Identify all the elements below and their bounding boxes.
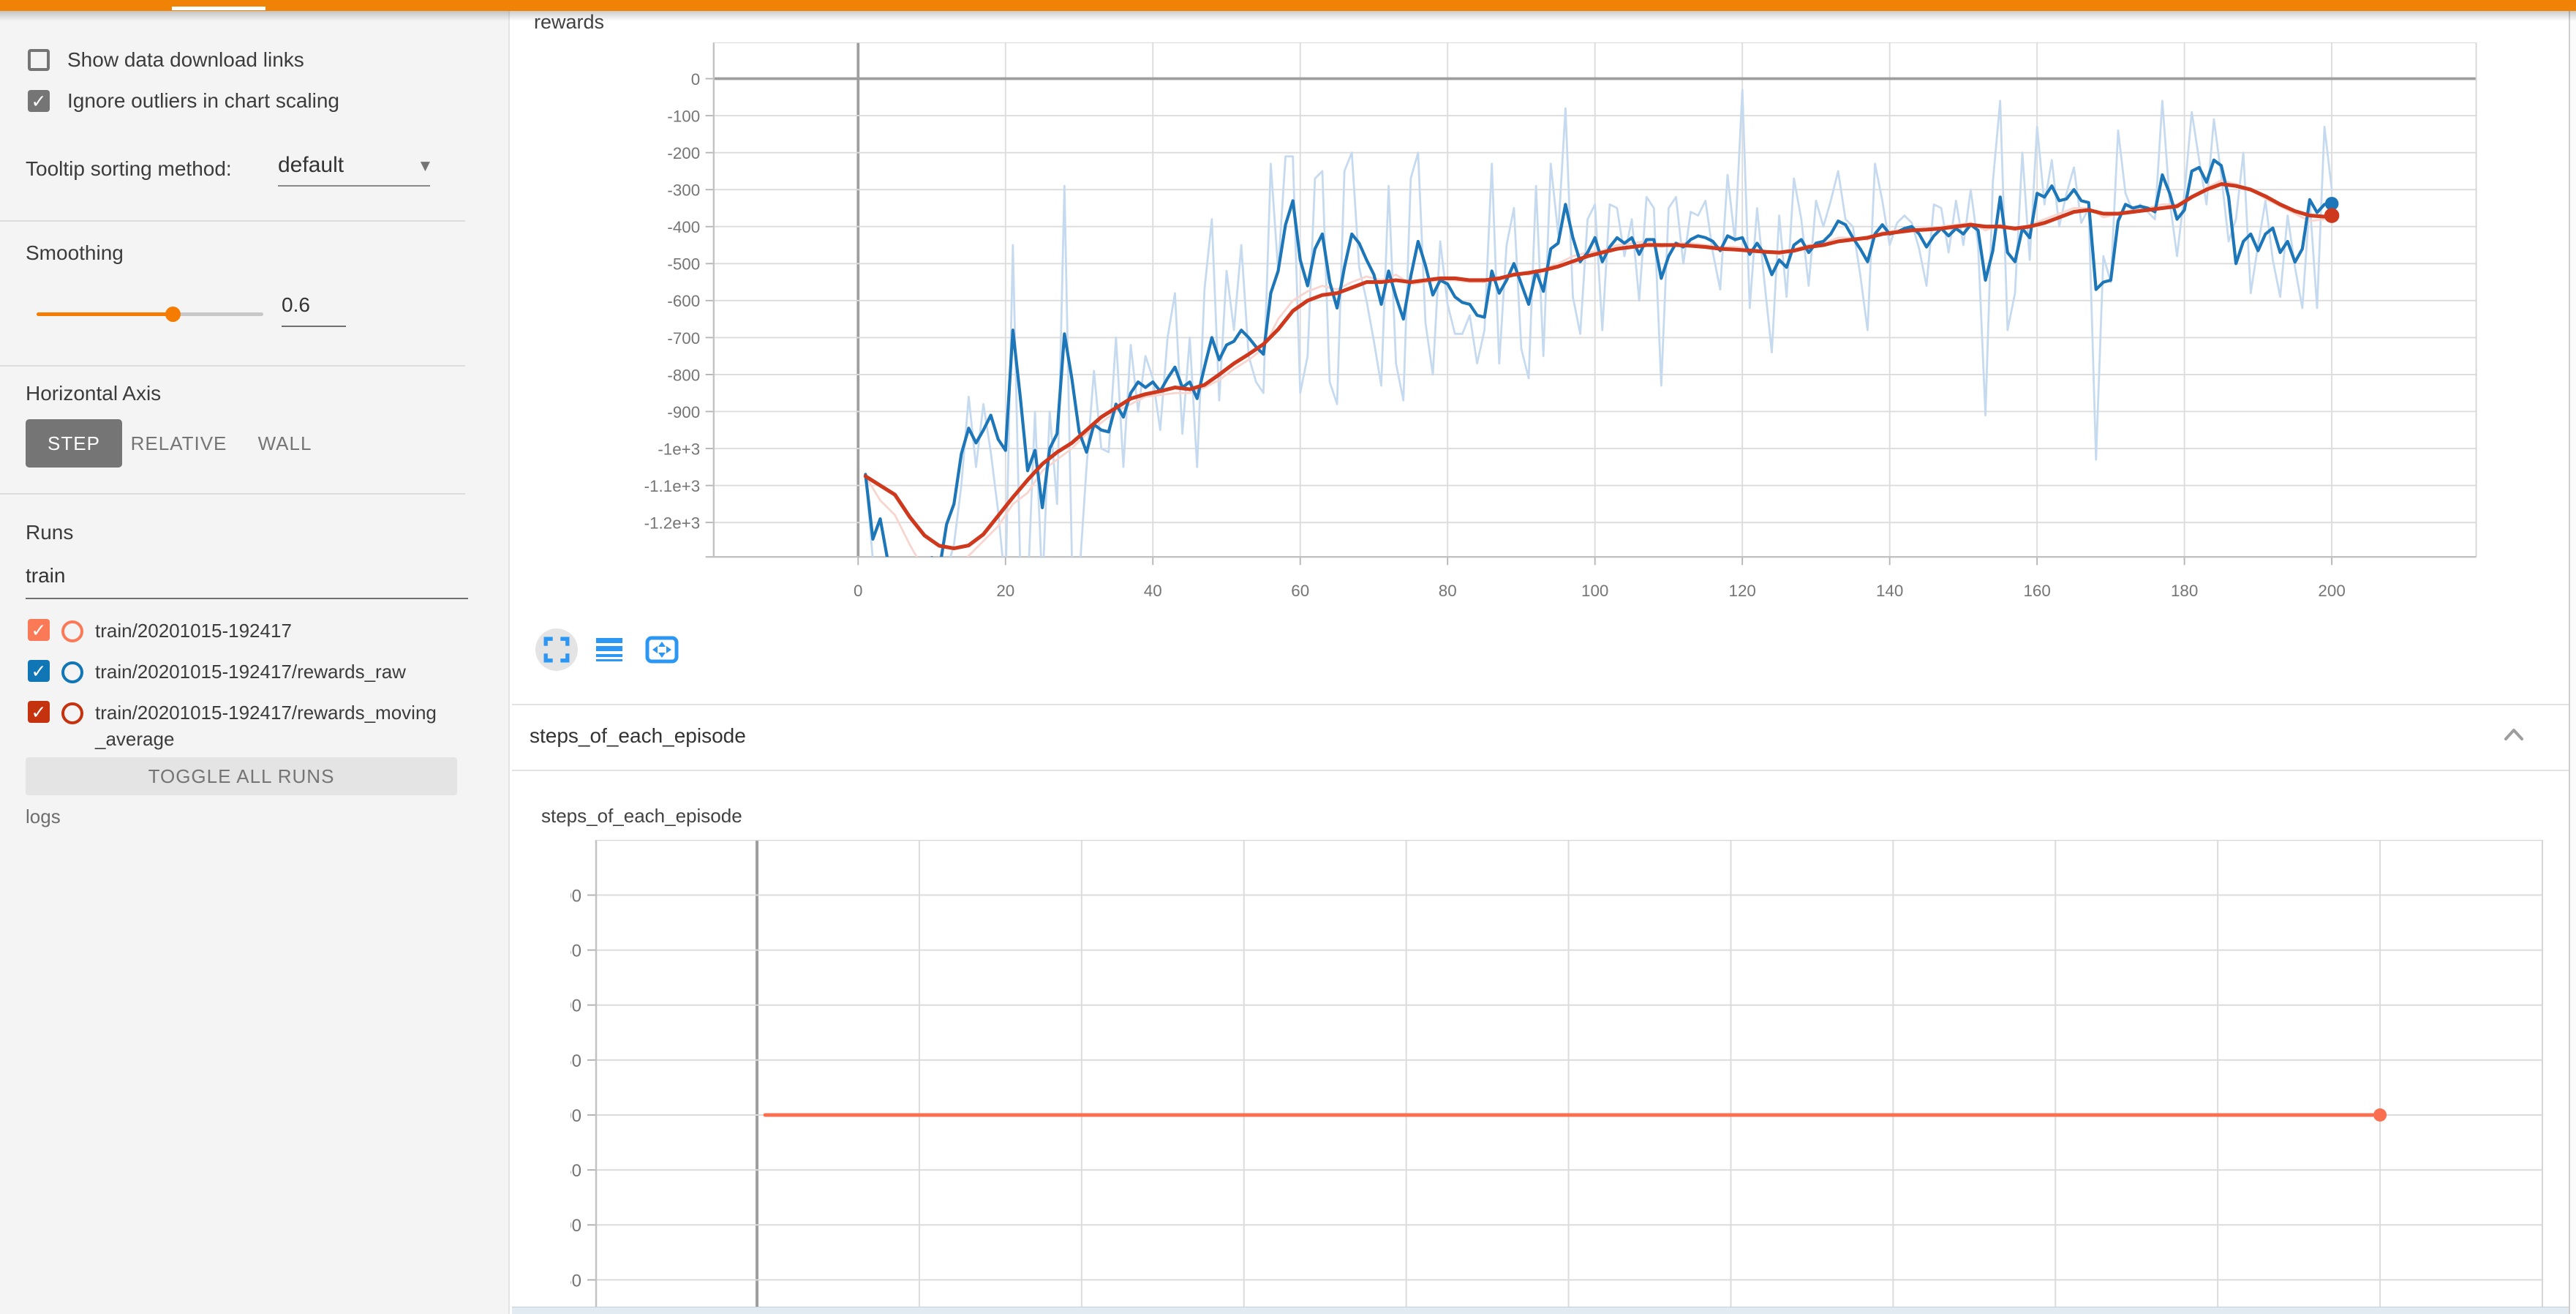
svg-text:-600: -600: [667, 292, 700, 310]
smoothing-slider[interactable]: [37, 312, 263, 316]
check-icon: ✓: [31, 620, 47, 641]
tooltip-sort-value: default: [278, 153, 344, 178]
horizontal-scrollbar[interactable]: [512, 1307, 2569, 1314]
svg-text:-400: -400: [667, 218, 700, 236]
svg-text:250: 250: [570, 1051, 581, 1071]
divider: [0, 220, 465, 222]
show-download-links-checkbox[interactable]: [28, 49, 50, 71]
svg-text:40: 40: [1144, 582, 1162, 600]
logs-label: logs: [26, 806, 61, 828]
tooltip-sort-row: Tooltip sorting method: default ▼: [26, 157, 232, 181]
run-color-swatch-icon[interactable]: [61, 661, 83, 683]
data-lines-icon: [595, 637, 623, 662]
runs-label: Runs: [26, 521, 73, 544]
svg-text:-500: -500: [667, 255, 700, 274]
svg-text:100: 100: [570, 1216, 581, 1236]
app-header-bar: [0, 0, 2576, 11]
svg-text:180: 180: [2171, 582, 2198, 600]
rewards-chart-title: rewards: [534, 11, 604, 34]
run-color-swatch-icon[interactable]: [61, 620, 83, 642]
dropdown-caret-icon: ▼: [421, 159, 430, 173]
run-checkbox[interactable]: ✓: [28, 660, 50, 682]
chevron-up-icon[interactable]: [2503, 727, 2525, 742]
svg-text:100: 100: [1581, 582, 1608, 600]
active-tab-indicator: [172, 7, 265, 10]
horizontal-axis-button-group: STEP RELATIVE WALL: [26, 419, 334, 468]
fit-domain-icon: [645, 636, 679, 664]
run-checkbox[interactable]: ✓: [28, 619, 50, 641]
smoothing-value-input[interactable]: 0.6: [282, 293, 346, 327]
svg-text:-300: -300: [667, 181, 700, 200]
check-icon: ✓: [31, 702, 47, 723]
svg-text:200: 200: [570, 1106, 581, 1126]
settings-sidebar: Show data download links ✓ Ignore outlie…: [0, 11, 510, 1314]
svg-text:-1e+3: -1e+3: [658, 440, 700, 458]
svg-text:120: 120: [1729, 582, 1756, 600]
run-row[interactable]: ✓ train/20201015-192417: [28, 619, 292, 644]
chart-toolbar: [535, 628, 683, 672]
check-icon: ✓: [31, 92, 47, 110]
svg-text:60: 60: [1291, 582, 1309, 600]
svg-text:50: 50: [570, 1271, 581, 1291]
vertical-scrollbar[interactable]: [2569, 11, 2576, 1314]
svg-text:150: 150: [570, 1161, 581, 1181]
fullscreen-icon: [543, 637, 570, 663]
charts-main-area: rewards 0 20 40 60 80 100 120 140 160 180 200 0 -100…: [512, 11, 2569, 1314]
show-download-links-label: Show data download links: [67, 48, 304, 72]
svg-text:-100: -100: [667, 107, 700, 125]
svg-text:160: 160: [2023, 582, 2050, 600]
svg-text:-800: -800: [667, 366, 700, 384]
show-download-links-row[interactable]: Show data download links: [28, 48, 304, 72]
svg-text:-1.2e+3: -1.2e+3: [644, 514, 701, 533]
svg-text:300: 300: [570, 996, 581, 1016]
svg-text:80: 80: [1439, 582, 1457, 600]
svg-text:0: 0: [691, 70, 700, 89]
run-label: train/20201015-192417/rewards_raw: [95, 658, 406, 685]
run-color-swatch-icon[interactable]: [61, 702, 83, 724]
rewards-chart[interactable]: 0 20 40 60 80 100 120 140 160 180 200 0 -100 -200 -300…: [570, 42, 2553, 629]
runs-filter-input[interactable]: train: [26, 564, 468, 599]
ignore-outliers-row[interactable]: ✓ Ignore outliers in chart scaling: [28, 89, 339, 113]
svg-text:-900: -900: [667, 403, 700, 421]
haxis-step-button[interactable]: STEP: [26, 419, 122, 468]
svg-text:350: 350: [570, 942, 581, 961]
svg-text:-200: -200: [667, 144, 700, 162]
haxis-wall-button[interactable]: WALL: [236, 419, 334, 468]
haxis-relative-button[interactable]: RELATIVE: [122, 419, 236, 468]
tooltip-sort-dropdown[interactable]: default ▼: [278, 153, 430, 187]
steps-section-title: steps_of_each_episode: [530, 724, 746, 748]
run-row[interactable]: ✓ train/20201015-192417/rewards_raw: [28, 660, 406, 685]
smoothing-label: Smoothing: [26, 241, 124, 265]
data-lines-button[interactable]: [588, 628, 630, 671]
divider: [0, 493, 465, 495]
tooltip-sort-label: Tooltip sorting method:: [26, 157, 232, 181]
svg-text:-1.1e+3: -1.1e+3: [644, 477, 701, 495]
fit-domain-button[interactable]: [641, 628, 683, 671]
ignore-outliers-label: Ignore outliers in chart scaling: [67, 89, 339, 113]
svg-text:-700: -700: [667, 329, 700, 348]
svg-text:140: 140: [1876, 582, 1903, 600]
fullscreen-button[interactable]: [535, 628, 578, 671]
svg-text:200: 200: [2318, 582, 2345, 600]
steps-section-header[interactable]: steps_of_each_episode: [512, 704, 2569, 771]
divider: [0, 365, 465, 367]
tensorboard-app: Show data download links ✓ Ignore outlie…: [0, 0, 2576, 1314]
run-label: train/20201015-192417/rewards_moving_ave…: [95, 699, 446, 752]
steps-chart[interactable]: 400 350 300 250 200 150 100 50: [570, 840, 2553, 1314]
smoothing-slider-fill: [37, 312, 173, 316]
check-icon: ✓: [31, 661, 47, 682]
smoothing-slider-knob[interactable]: [165, 307, 181, 322]
ignore-outliers-checkbox[interactable]: ✓: [28, 90, 50, 112]
svg-text:0: 0: [854, 582, 862, 600]
run-label: train/20201015-192417: [95, 617, 292, 644]
run-checkbox[interactable]: ✓: [28, 701, 50, 723]
run-row[interactable]: ✓ train/20201015-192417/rewards_moving_av…: [28, 701, 446, 752]
horizontal-axis-label: Horizontal Axis: [26, 382, 161, 405]
svg-text:20: 20: [996, 582, 1014, 600]
svg-text:400: 400: [570, 886, 581, 906]
toggle-all-runs-button[interactable]: TOGGLE ALL RUNS: [26, 757, 457, 795]
steps-chart-title: steps_of_each_episode: [541, 805, 742, 827]
